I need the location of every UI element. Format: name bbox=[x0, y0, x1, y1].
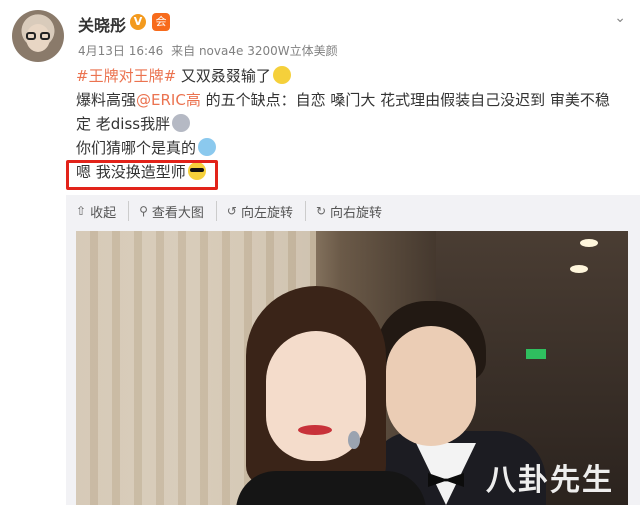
verified-badge-icon: V bbox=[130, 14, 146, 30]
mention-link[interactable]: @ERIC高 bbox=[136, 91, 201, 109]
chevron-down-icon[interactable]: ⌄ bbox=[614, 10, 626, 26]
content-line-4: 你们猜哪个是真的 bbox=[76, 136, 631, 160]
rotate-left-label: 向左旋转 bbox=[240, 205, 293, 221]
weibo-post: 关晓彤 V 会 ⌄ 4月13日 16:46 来自 nova4e 3200W立体美… bbox=[0, 0, 640, 505]
view-large-button[interactable]: ⚲ 查看大图 bbox=[139, 201, 217, 221]
exit-sign bbox=[526, 349, 546, 359]
content-text: 爆料高强 bbox=[76, 91, 137, 109]
author-name[interactable]: 关晓彤 bbox=[78, 12, 126, 36]
ceiling-light bbox=[580, 239, 598, 247]
post-source: 来自 nova4e 3200W立体美颜 bbox=[171, 44, 338, 58]
watermark-text: 八卦先生 bbox=[486, 463, 614, 498]
content-line-2: 爆料高强@ERIC高 的五个缺点：自恋 嗓门大 花式理由假装自己没迟到 审美不稳 bbox=[76, 88, 631, 112]
rotate-left-button[interactable]: ↺ 向左旋转 bbox=[227, 201, 306, 221]
rotate-right-label: 向右旋转 bbox=[330, 205, 383, 221]
content-text: 的五个缺点：自恋 嗓门大 花式理由假装自己没迟到 审美不稳 bbox=[200, 91, 610, 109]
post-date[interactable]: 4月13日 16:46 bbox=[78, 44, 163, 58]
rotate-right-button[interactable]: ↻ 向右旋转 bbox=[316, 201, 394, 221]
laugh-cry-emoji-icon bbox=[198, 138, 217, 156]
ceiling-light bbox=[570, 265, 588, 273]
content-text: 又双叒叕输了 bbox=[176, 67, 271, 85]
man-face bbox=[386, 326, 476, 446]
content-text: 你们猜哪个是真的 bbox=[76, 139, 197, 157]
woman-earring bbox=[348, 431, 360, 449]
collapse-icon: ⇧ bbox=[76, 204, 87, 218]
avatar-glasses-right bbox=[40, 32, 50, 40]
content-text: 定 老diss我胖 bbox=[76, 115, 171, 133]
husky-emoji-icon bbox=[172, 114, 191, 132]
rotate-right-icon: ↻ bbox=[315, 204, 327, 218]
avatar-glasses-left bbox=[26, 32, 36, 40]
hashtag-link[interactable]: #王牌对王牌# bbox=[76, 67, 176, 85]
collapse-button[interactable]: ⇧ 收起 bbox=[76, 201, 130, 221]
content-line-1: #王牌对王牌# 又双叒叕输了 bbox=[76, 64, 631, 88]
red-highlight-box bbox=[66, 160, 218, 190]
post-photo[interactable]: 八卦先生 bbox=[76, 231, 628, 505]
author-avatar[interactable] bbox=[12, 10, 64, 62]
content-line-3: 定 老diss我胖 bbox=[76, 112, 631, 136]
magnifier-icon: ⚲ bbox=[139, 204, 148, 218]
media-toolbar: ⇧ 收起 ⚲ 查看大图 ↺ 向左旋转 ↻ 向右旋转 bbox=[76, 201, 404, 221]
woman-body bbox=[236, 471, 426, 505]
collapse-label: 收起 bbox=[90, 205, 117, 221]
doge-emoji-icon bbox=[272, 66, 291, 84]
view-large-label: 查看大图 bbox=[151, 205, 204, 221]
post-meta: 4月13日 16:46 来自 nova4e 3200W立体美颜 bbox=[78, 42, 342, 59]
woman-lips bbox=[298, 425, 332, 435]
member-badge-icon: 会 bbox=[152, 13, 170, 31]
rotate-left-icon: ↺ bbox=[226, 204, 237, 218]
